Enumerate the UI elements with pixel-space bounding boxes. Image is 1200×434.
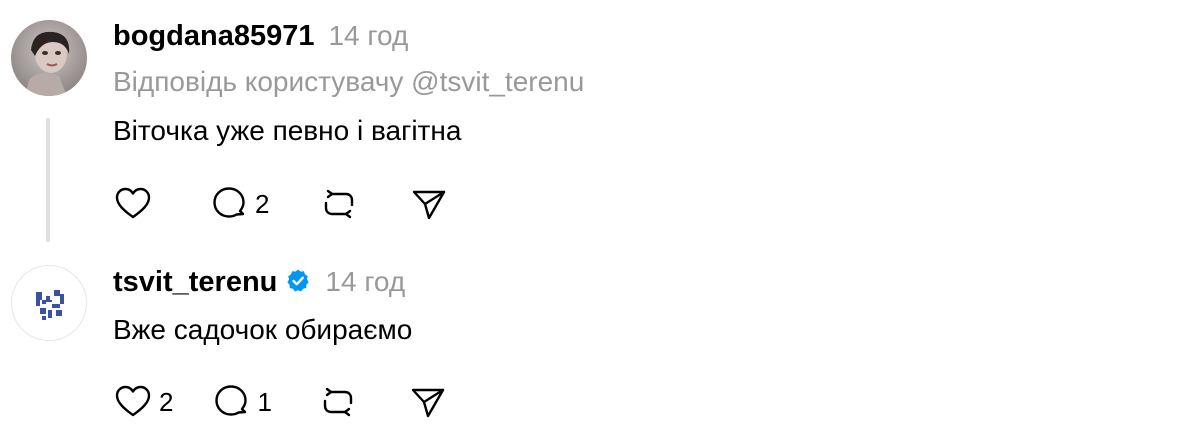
avatar-tsvit_terenu[interactable] (11, 265, 87, 341)
comment-text: Вже садочок обираємо (113, 314, 413, 345)
send-icon (411, 388, 445, 418)
share-button[interactable] (408, 382, 448, 422)
heart-icon (115, 385, 151, 417)
repost-button[interactable] (319, 184, 359, 224)
repost-icon (325, 189, 354, 219)
reply-count: 2 (255, 188, 270, 219)
reply-button[interactable]: 2 (209, 184, 269, 224)
reply-button[interactable]: 1 (211, 382, 272, 422)
like-count: 2 (159, 386, 174, 417)
timestamp[interactable]: 14 год (325, 266, 405, 298)
comment-bubble-icon (215, 385, 248, 416)
comment-header: tsvit_terenu 14 год (113, 265, 405, 299)
repost-button[interactable] (318, 382, 358, 422)
avatar-bogdana85971[interactable] (11, 20, 87, 96)
comment-text: Віточка уже певно і вагітна (113, 115, 462, 146)
like-button[interactable] (113, 184, 159, 224)
comment-1: bogdana85971 14 год Відповідь користувач… (0, 0, 1200, 245)
share-button[interactable] (409, 184, 449, 224)
username[interactable]: bogdana85971 (113, 20, 314, 53)
username[interactable]: tsvit_terenu (113, 266, 277, 299)
action-bar: 2 (113, 184, 499, 224)
repost-icon (323, 387, 353, 417)
comment-bubble-icon (213, 187, 245, 218)
timestamp[interactable]: 14 год (328, 20, 408, 52)
comment-header: bogdana85971 14 год (113, 20, 408, 53)
heart-icon (115, 187, 151, 219)
reply-to-label[interactable]: Відповідь користувачу @tsvit_terenu (113, 66, 584, 98)
send-icon (413, 190, 446, 220)
verified-badge-icon (285, 268, 311, 294)
thread-line (46, 118, 50, 242)
action-bar: 2 1 (113, 382, 498, 422)
comment-2: tsvit_terenu 14 год Вже садочок обираємо… (0, 245, 1200, 434)
like-button[interactable]: 2 (113, 382, 173, 422)
reply-count: 1 (257, 386, 272, 417)
